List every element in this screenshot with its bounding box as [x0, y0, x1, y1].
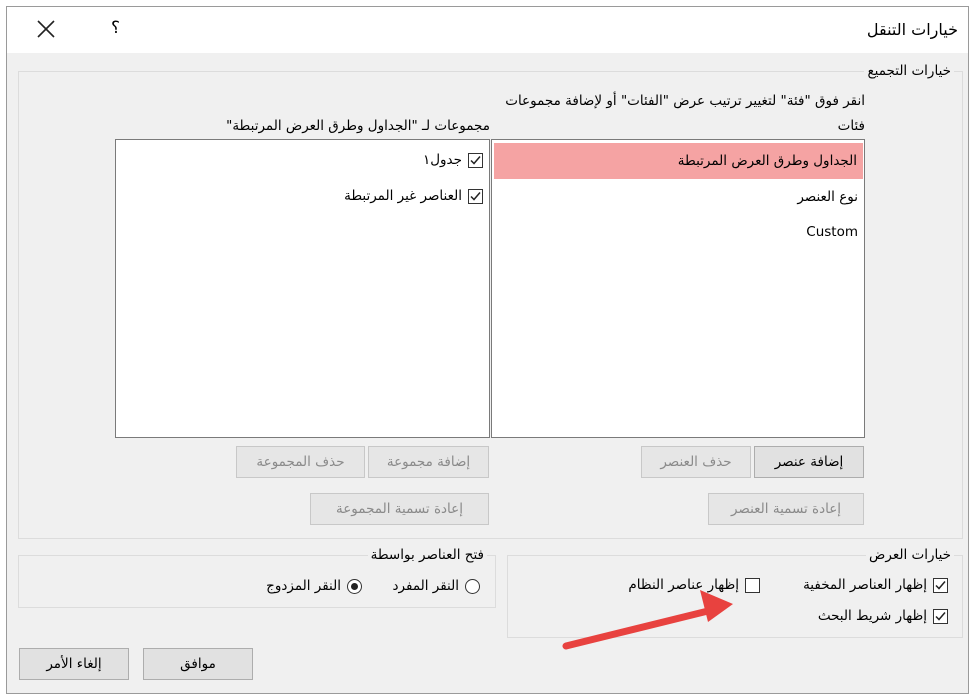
- groups-label: مجموعات لـ "الجداول وطرق العرض المرتبطة": [226, 118, 490, 134]
- title-bar: خيارات التنقل ؟: [7, 7, 968, 53]
- group-item[interactable]: العناصر غير المرتبطة: [344, 188, 483, 204]
- help-button[interactable]: ؟: [111, 18, 120, 38]
- checkmark-icon: [470, 191, 481, 201]
- show-hidden-option[interactable]: إظهار العناصر المخفية: [803, 577, 948, 593]
- categories-label: فئات: [837, 118, 865, 134]
- dialog-title: خيارات التنقل: [866, 20, 958, 39]
- rename-group-button[interactable]: إعادة تسمية المجموعة: [310, 493, 489, 525]
- group-item-label: العناصر غير المرتبطة: [344, 188, 462, 204]
- category-item[interactable]: نوع العنصر: [492, 179, 864, 215]
- show-hidden-checkbox[interactable]: [933, 577, 948, 593]
- close-icon[interactable]: [33, 16, 59, 42]
- rename-item-button[interactable]: إعادة تسمية العنصر: [708, 493, 864, 525]
- single-click-option[interactable]: النقر المفرد: [393, 578, 480, 594]
- category-item-label: الجداول وطرق العرض المرتبطة: [677, 153, 857, 169]
- category-item-label: Custom: [806, 224, 858, 240]
- category-item[interactable]: الجداول وطرق العرض المرتبطة: [494, 143, 863, 179]
- checkmark-icon: [470, 155, 481, 165]
- checkmark-icon: [935, 611, 946, 621]
- grouping-options-legend: خيارات التجميع: [867, 63, 951, 79]
- double-click-label: النقر المزدوج: [266, 578, 341, 594]
- show-search-label: إظهار شريط البحث: [817, 608, 927, 624]
- open-with-legend: فتح العناصر بواسطة: [370, 547, 484, 563]
- group-item-label: جدول١: [422, 152, 462, 168]
- delete-group-button[interactable]: حذف المجموعة: [236, 446, 365, 478]
- categories-list[interactable]: الجداول وطرق العرض المرتبطة نوع العنصر C…: [491, 139, 865, 438]
- add-item-button[interactable]: إضافة عنصر: [754, 446, 864, 478]
- show-system-option[interactable]: إظهار عناصر النظام: [628, 577, 760, 593]
- category-item-label: نوع العنصر: [797, 189, 858, 205]
- checkmark-icon: [935, 580, 946, 590]
- show-hidden-label: إظهار العناصر المخفية: [803, 577, 927, 593]
- double-click-option[interactable]: النقر المزدوج: [266, 578, 362, 594]
- ok-button[interactable]: موافق: [143, 648, 253, 680]
- delete-item-button[interactable]: حذف العنصر: [641, 446, 751, 478]
- double-click-radio[interactable]: [347, 578, 362, 594]
- group-checkbox[interactable]: [468, 152, 483, 168]
- show-search-checkbox[interactable]: [933, 608, 948, 624]
- single-click-label: النقر المفرد: [392, 578, 459, 594]
- group-checkbox[interactable]: [468, 188, 483, 204]
- single-click-radio[interactable]: [465, 578, 480, 594]
- group-item[interactable]: جدول١: [423, 152, 483, 168]
- show-search-option[interactable]: إظهار شريط البحث: [818, 608, 948, 624]
- display-options-legend: خيارات العرض: [869, 547, 951, 563]
- groups-list[interactable]: جدول١ العناصر غير المرتبطة: [115, 139, 490, 438]
- show-system-label: إظهار عناصر النظام: [628, 577, 739, 593]
- add-group-button[interactable]: إضافة مجموعة: [368, 446, 489, 478]
- grouping-instruction: انقر فوق "فئة" لتغيير ترتيب عرض "الفئات"…: [505, 93, 865, 109]
- category-item[interactable]: Custom: [492, 215, 864, 250]
- cancel-button[interactable]: إلغاء الأمر: [19, 648, 129, 680]
- navigation-options-dialog: خيارات التنقل ؟ خيارات التجميع انقر فوق …: [6, 6, 969, 694]
- show-system-checkbox[interactable]: [745, 577, 760, 593]
